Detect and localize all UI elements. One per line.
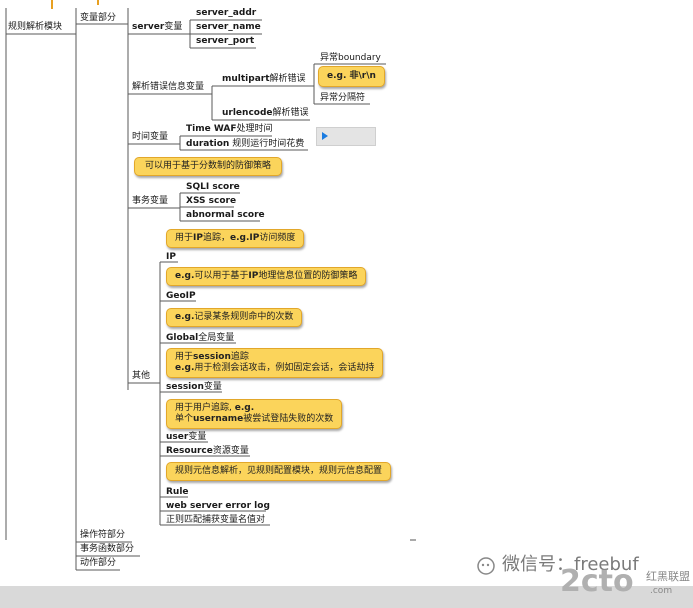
logo-2cto: 2cto: [560, 564, 634, 599]
ip-note: 用于IP追踪，e.g.IP访问频度: [166, 229, 305, 248]
boundary-note: e.g. 非\r\n: [318, 66, 385, 87]
server-port: server_port: [196, 36, 255, 46]
global-note: e.g.记录某条规则命中的次数: [166, 308, 303, 327]
user-note: 用于用户追踪, e.g. 单个username被尝试登陆失败的次数: [166, 399, 343, 429]
xss-score: XSS score: [186, 196, 237, 206]
branch-functions: 事务函数部分: [80, 544, 135, 554]
server-variable-node: server变量: [132, 22, 183, 32]
server-addr: server_addr: [196, 8, 257, 18]
resource-node: Resource资源变量: [166, 446, 249, 456]
duration-node: duration 规则运行时间花费: [186, 139, 305, 149]
tx-note: 可以用于基于分数制的防御策略: [134, 157, 283, 176]
ip-node: IP: [166, 252, 176, 262]
web-server-error-log-node: web server error log: [166, 501, 270, 511]
session-node: session变量: [166, 382, 222, 392]
branch-variables: 变量部分: [80, 13, 117, 23]
regex-capture-node: 正则匹配捕获变量名值对: [166, 515, 266, 525]
boundary-node: 异常boundary: [320, 53, 381, 63]
wechat-icon: [476, 556, 496, 576]
user-node: user变量: [166, 432, 207, 442]
sqli-score: SQLI score: [186, 182, 240, 192]
server-name: server_name: [196, 22, 261, 32]
global-node: Global全局变量: [166, 333, 235, 343]
media-placeholder[interactable]: [316, 127, 376, 146]
logo-domain: .com: [650, 586, 673, 596]
urlencode-node: urlencode解析错误: [222, 108, 309, 118]
mindmap-connectors: [5, 0, 416, 571]
separator-node: 异常分隔符: [320, 93, 366, 103]
multipart-node: multipart解析错误: [222, 74, 306, 84]
root-node: 规则解析模块: [8, 22, 63, 32]
tx-variable-node: 事务变量: [132, 196, 169, 206]
rule-node: Rule: [166, 487, 189, 497]
session-note: 用于session追踪 e.g.用于检测会话攻击，例如固定会话，会话劫持: [166, 348, 384, 378]
branch-operators: 操作符部分: [80, 530, 126, 540]
branch-actions: 动作部分: [80, 558, 117, 568]
geoip-node: GeoIP: [166, 291, 196, 301]
geoip-note: e.g.可以用于基于IP地理信息位置的防御策略: [166, 267, 367, 286]
other-node: 其他: [132, 371, 151, 381]
parse-error-node: 解析错误信息变量: [132, 82, 205, 92]
time-waf-node: Time WAF处理时间: [186, 124, 273, 134]
abnormal-score: abnormal score: [186, 210, 265, 220]
play-icon[interactable]: [322, 132, 328, 140]
logo-subtitle: 红黑联盟: [646, 570, 690, 583]
rule-note: 规则元信息解析，见规则配置模块，规则元信息配置: [166, 462, 392, 481]
time-variable-node: 时间变量: [132, 132, 169, 142]
